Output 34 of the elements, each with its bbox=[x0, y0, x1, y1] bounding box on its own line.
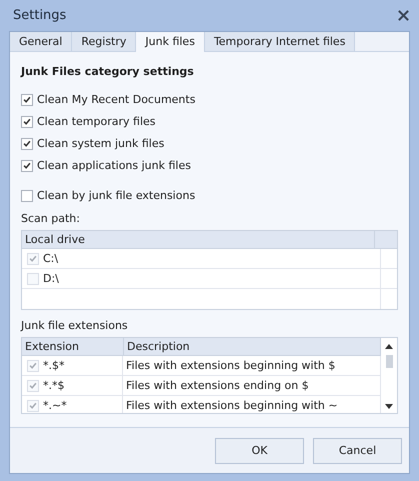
checkbox[interactable] bbox=[21, 138, 33, 150]
checkbox-label: Clean applications junk files bbox=[37, 159, 191, 172]
tab[interactable]: General bbox=[10, 32, 72, 51]
dialog-button[interactable]: OK bbox=[215, 438, 304, 464]
scroll-down-icon[interactable] bbox=[385, 404, 393, 409]
checkbox[interactable] bbox=[21, 190, 33, 202]
checkbox-label: Clean system junk files bbox=[37, 137, 164, 150]
checkbox-label: Clean My Recent Documents bbox=[37, 93, 196, 106]
tab[interactable]: Temporary Internet files bbox=[204, 32, 356, 51]
scroll-up-icon[interactable] bbox=[385, 344, 393, 349]
table-cell: D:\ bbox=[43, 272, 59, 285]
dialog-button[interactable]: Cancel bbox=[313, 438, 402, 464]
column-header: Extension bbox=[22, 338, 124, 355]
table-cell: Files with extensions beginning with $ bbox=[126, 359, 336, 372]
checkbox-label: Clean by junk file extensions bbox=[37, 189, 196, 202]
table-cell: *.~* bbox=[43, 399, 67, 412]
checkbox[interactable] bbox=[21, 116, 33, 128]
tab[interactable]: Registry bbox=[72, 32, 136, 51]
table-cell: C:\ bbox=[43, 252, 58, 265]
table-cell: Files with extensions beginning with ~ bbox=[126, 399, 338, 412]
table-cell: *.$* bbox=[43, 359, 64, 372]
scroll-thumb[interactable] bbox=[386, 355, 392, 368]
section-heading: Junk Files category settings bbox=[21, 65, 195, 78]
window-title: Settings bbox=[12, 8, 66, 23]
field-label: Junk file extensions bbox=[21, 319, 129, 332]
column-header: Local drive bbox=[22, 231, 375, 248]
close-icon[interactable] bbox=[397, 9, 410, 22]
field-label: Scan path: bbox=[21, 212, 81, 225]
checkbox[interactable] bbox=[21, 160, 33, 172]
tab[interactable]: Junk files bbox=[136, 32, 205, 52]
checkbox[interactable] bbox=[21, 94, 33, 106]
checkbox-label: Clean temporary files bbox=[37, 115, 156, 128]
table-cell: Files with extensions ending on $ bbox=[126, 379, 309, 392]
table-cell: *.*$ bbox=[43, 379, 64, 392]
